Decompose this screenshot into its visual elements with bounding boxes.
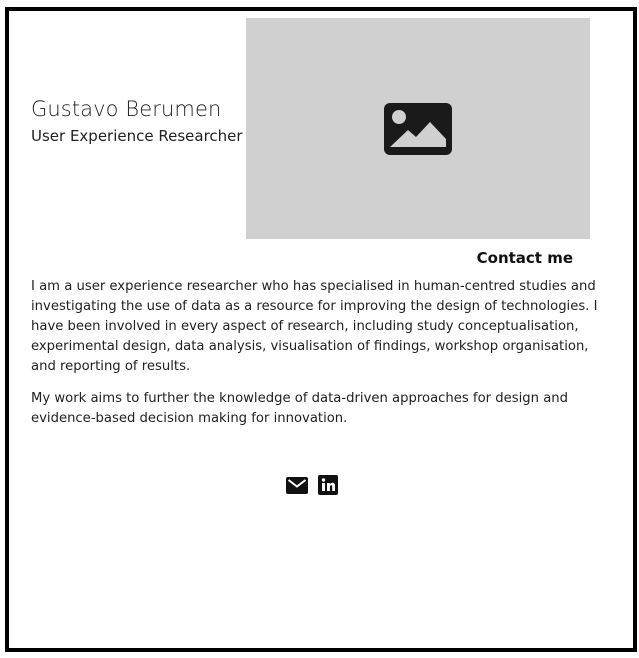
bio-section: I am a user experience researcher who ha… — [31, 277, 611, 441]
image-placeholder-icon — [384, 102, 452, 155]
email-link[interactable] — [286, 476, 308, 494]
page-frame: Gustavo Berumen User Experience Research… — [5, 7, 637, 652]
bio-paragraph: My work aims to further the knowledge of… — [31, 391, 569, 426]
social-links — [286, 475, 338, 495]
contact-me-link[interactable]: Contact me — [477, 249, 573, 267]
profile-image-placeholder — [246, 18, 590, 239]
profile-name: Gustavo Berumen — [31, 97, 222, 121]
envelope-icon — [286, 476, 308, 494]
profile-role: User Experience Researcher — [31, 127, 243, 145]
linkedin-icon — [318, 475, 338, 495]
bio-paragraph: I am a user experience researcher who ha… — [31, 279, 598, 374]
linkedin-link[interactable] — [318, 475, 338, 495]
